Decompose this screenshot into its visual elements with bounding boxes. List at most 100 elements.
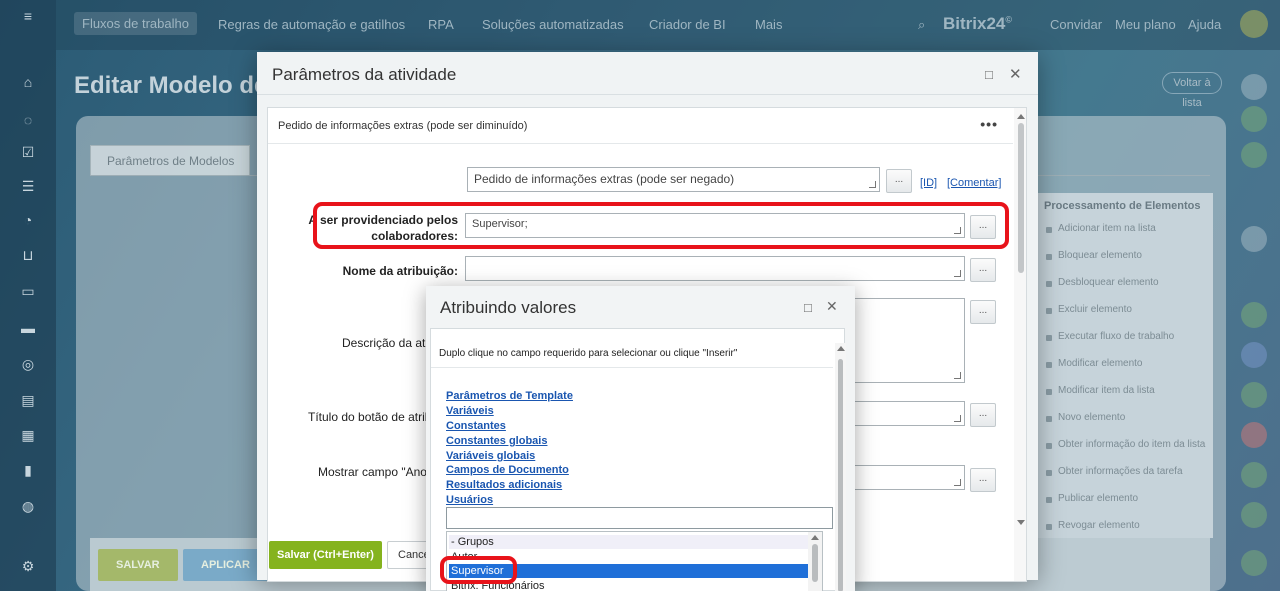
- contact-icon[interactable]: [1241, 142, 1267, 168]
- dialog-scrollbar[interactable]: [1014, 108, 1026, 581]
- nav-bi-builder[interactable]: Criador de BI: [649, 17, 726, 32]
- close-icon[interactable]: ✕: [1009, 65, 1022, 83]
- save-ctrl-enter-button[interactable]: Salvar (Ctrl+Enter): [269, 541, 382, 569]
- panel-item[interactable]: Obter informações da tarefa: [1058, 466, 1183, 477]
- contact-icon[interactable]: [1241, 502, 1267, 528]
- assign-values-dialog: Atribuindo valores □ ✕ Duplo clique no c…: [426, 286, 855, 591]
- tab-template-parameters[interactable]: Parâmetros de Modelos: [90, 145, 250, 175]
- link-additional-results[interactable]: Resultados adicionais: [446, 479, 562, 491]
- panel-item[interactable]: Revogar elemento: [1058, 520, 1140, 531]
- description-field[interactable]: [848, 298, 965, 383]
- nav-automated-solutions[interactable]: Soluções automatizadas: [482, 17, 624, 32]
- menu-icon[interactable]: ≡: [20, 8, 36, 24]
- button-title-insert-button[interactable]: ...: [970, 403, 996, 427]
- scroll-thumb[interactable]: [1018, 123, 1024, 273]
- id-link[interactable]: [ID]: [920, 177, 937, 189]
- scroll-thumb[interactable]: [838, 359, 843, 591]
- maximize-icon[interactable]: □: [985, 67, 993, 82]
- assignment-name-label: Nome da atribuição:: [342, 264, 458, 278]
- title-insert-button[interactable]: ...: [886, 169, 912, 193]
- contact-icon[interactable]: [1241, 106, 1267, 132]
- panel-item[interactable]: Executar fluxo de trabalho: [1058, 331, 1174, 342]
- save-page-button[interactable]: SALVAR: [98, 549, 178, 581]
- help-button[interactable]: Ajuda: [1188, 17, 1221, 32]
- scroll-up-icon[interactable]: [1017, 114, 1025, 119]
- cart-icon[interactable]: ⊔: [20, 247, 36, 263]
- avatar[interactable]: [1240, 10, 1268, 38]
- chat-icon[interactable]: ▭: [20, 283, 36, 299]
- title-field[interactable]: Pedido de informações extras (pode ser n…: [467, 167, 880, 192]
- panel-item[interactable]: Modificar elemento: [1058, 358, 1142, 369]
- list-item[interactable]: - Grupos: [449, 535, 809, 549]
- my-plan-button[interactable]: Meu plano: [1115, 17, 1176, 32]
- analytics-icon[interactable]: ▮: [20, 462, 36, 478]
- subdialog-title: Atribuindo valores: [440, 298, 577, 317]
- link-constants[interactable]: Constantes: [446, 420, 506, 432]
- button-title-field[interactable]: [848, 401, 965, 426]
- assignment-name-insert-button[interactable]: ...: [970, 258, 996, 282]
- right-rail: [1228, 60, 1280, 591]
- tasks-icon[interactable]: ☑: [20, 144, 36, 160]
- panel-item[interactable]: Excluir elemento: [1058, 304, 1132, 315]
- notifications-icon[interactable]: [1241, 74, 1267, 100]
- contact-icon[interactable]: [1241, 422, 1267, 448]
- link-users[interactable]: Usuários: [446, 494, 493, 506]
- support-icon[interactable]: ◍: [20, 498, 36, 514]
- description-insert-button[interactable]: ...: [970, 300, 996, 324]
- nav-automation-rules[interactable]: Regras de automação e gatilhos: [218, 17, 405, 32]
- scroll-up-icon[interactable]: [811, 535, 819, 540]
- brand-logo: Bitrix24©: [943, 14, 1013, 33]
- panel-item[interactable]: Bloquear elemento: [1058, 250, 1142, 261]
- divider: [268, 143, 1013, 144]
- edit-icon: [1046, 362, 1052, 368]
- panel-item[interactable]: Modificar item da lista: [1058, 385, 1155, 396]
- box-icon[interactable]: ◎: [20, 356, 36, 372]
- scroll-down-icon[interactable]: [1017, 520, 1025, 525]
- automation-icon[interactable]: ▬: [20, 320, 36, 336]
- show-field-field[interactable]: [848, 465, 965, 490]
- contact-icon[interactable]: [1241, 550, 1267, 576]
- maximize-icon[interactable]: □: [804, 300, 812, 315]
- store-icon[interactable]: ▤: [20, 392, 36, 408]
- close-icon[interactable]: ✕: [826, 298, 838, 315]
- feed-icon[interactable]: ◌: [20, 112, 36, 128]
- link-global-constants[interactable]: Constantes globais: [446, 435, 547, 447]
- nav-rpa[interactable]: RPA: [428, 17, 454, 32]
- panel-item[interactable]: Adicionar item na lista: [1058, 223, 1156, 234]
- apply-button[interactable]: APLICAR: [183, 549, 268, 581]
- filter-icon[interactable]: ☰: [20, 178, 36, 194]
- panel-item[interactable]: Publicar elemento: [1058, 493, 1138, 504]
- more-icon[interactable]: •••: [980, 116, 998, 132]
- link-document-fields[interactable]: Campos de Documento: [446, 464, 569, 476]
- invite-button[interactable]: Convidar: [1050, 17, 1102, 32]
- contact-icon[interactable]: [1241, 382, 1267, 408]
- crm-icon[interactable]: ◔: [20, 212, 36, 228]
- nav-workflows[interactable]: Fluxos de trabalho: [74, 12, 197, 35]
- scroll-thumb[interactable]: [812, 544, 818, 582]
- link-template-parameters[interactable]: Parâmetros de Template: [446, 390, 573, 402]
- panel-item[interactable]: Novo elemento: [1058, 412, 1125, 423]
- home-icon[interactable]: ⌂: [20, 74, 36, 90]
- panel-item[interactable]: Desbloquear elemento: [1058, 277, 1159, 288]
- comment-link[interactable]: [Comentar]: [947, 177, 1001, 189]
- search-icon[interactable]: ⌕: [918, 17, 925, 33]
- users-search-input[interactable]: [446, 507, 833, 529]
- info-icon: [1046, 470, 1052, 476]
- panel-item[interactable]: Obter informação do item da lista: [1058, 439, 1205, 450]
- settings-icon[interactable]: ⚙: [20, 558, 36, 574]
- edit-icon: [1046, 389, 1052, 395]
- contact-icon[interactable]: [1241, 462, 1267, 488]
- back-to-list-button[interactable]: Voltar à lista: [1162, 72, 1222, 109]
- scroll-up-icon[interactable]: [837, 346, 845, 351]
- assignment-name-field[interactable]: [465, 256, 965, 281]
- contact-icon[interactable]: [1241, 226, 1267, 252]
- contact-icon[interactable]: [1241, 302, 1267, 328]
- contact-icon[interactable]: [1241, 342, 1267, 368]
- nav-more[interactable]: Mais: [755, 17, 782, 32]
- show-field-insert-button[interactable]: ...: [970, 468, 996, 492]
- list-scrollbar[interactable]: [808, 532, 822, 591]
- calendar-icon[interactable]: ▦: [20, 427, 36, 443]
- link-global-variables[interactable]: Variáveis globais: [446, 450, 535, 462]
- link-variables[interactable]: Variáveis: [446, 405, 494, 417]
- subdialog-scrollbar[interactable]: [835, 343, 846, 591]
